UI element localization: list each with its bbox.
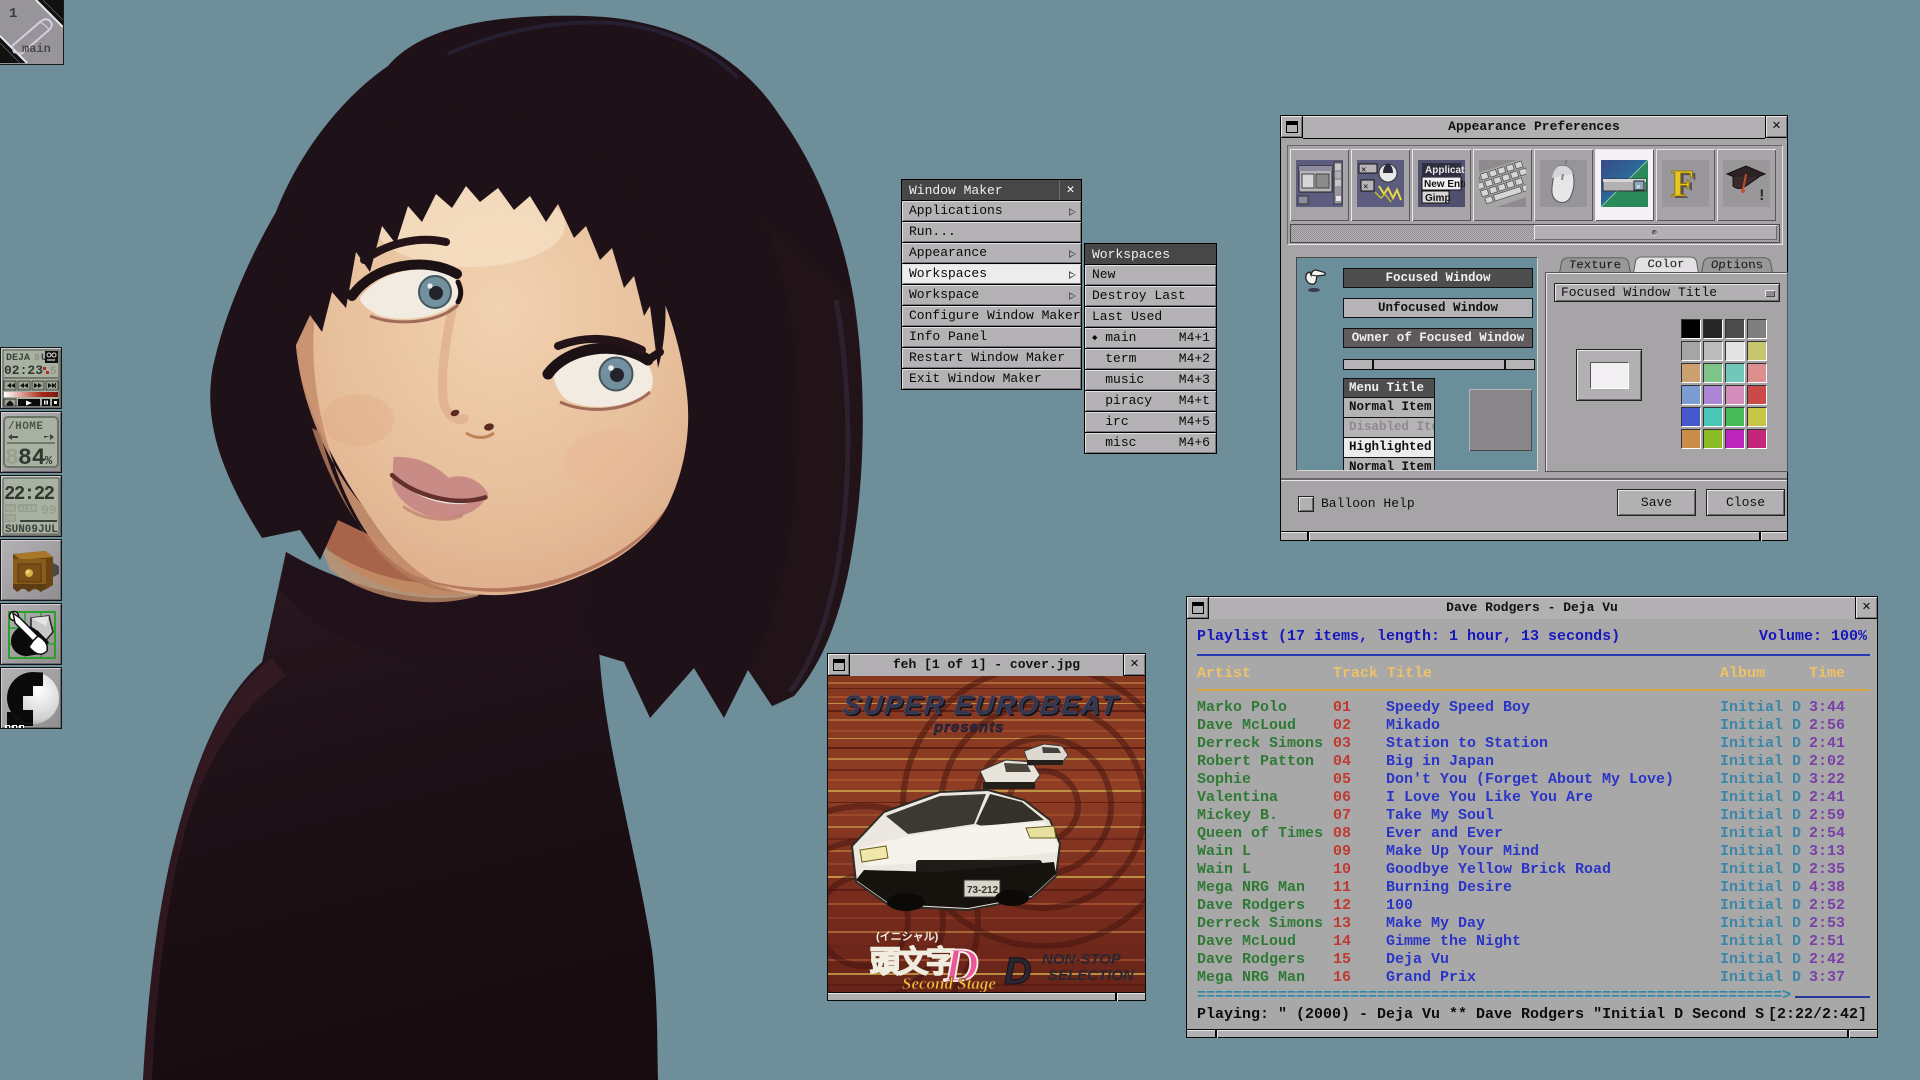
svg-text:5: 5 (50, 366, 57, 378)
svg-text:Applicati: Applicati (1425, 165, 1465, 176)
svg-text:AM: AM (6, 506, 14, 514)
svg-text:D: D (1004, 951, 1031, 992)
svg-text:NON-STOP: NON-STOP (1042, 951, 1122, 968)
svg-text:SELECTION: SELECTION (1048, 967, 1135, 984)
svg-text:73-212: 73-212 (967, 885, 999, 896)
svg-text:✕: ✕ (1636, 183, 1641, 192)
svg-text:(イニシャル): (イニシャル) (876, 930, 939, 943)
svg-text:SUN09JUL: SUN09JUL (5, 524, 58, 536)
svg-text:/HOME: /HOME (8, 421, 44, 433)
svg-text:22:22: 22:22 (4, 483, 55, 505)
svg-text:8: 8 (5, 445, 19, 471)
svg-text:%: % (45, 454, 53, 468)
svg-text:PM: PM (6, 516, 14, 524)
svg-text:99: 99 (41, 503, 57, 518)
svg-text:ALRM: ALRM (19, 506, 36, 514)
svg-text:1: 1 (9, 6, 17, 22)
svg-text:New Entrƚ: New Entrƚ (1424, 179, 1465, 190)
svg-text:Gimp: Gimp (1425, 193, 1451, 204)
svg-text:presents: presents (933, 719, 1005, 736)
svg-text:✕: ✕ (1361, 165, 1366, 175)
svg-text:02:23: 02:23 (4, 363, 43, 378)
svg-text:84: 84 (18, 445, 46, 471)
svg-text:✕: ✕ (1363, 182, 1368, 192)
svg-text:F: F (1671, 163, 1694, 205)
svg-text:Second Stage: Second Stage (902, 974, 996, 992)
svg-text:main: main (22, 42, 51, 56)
svg-text:!: ! (1757, 187, 1767, 205)
